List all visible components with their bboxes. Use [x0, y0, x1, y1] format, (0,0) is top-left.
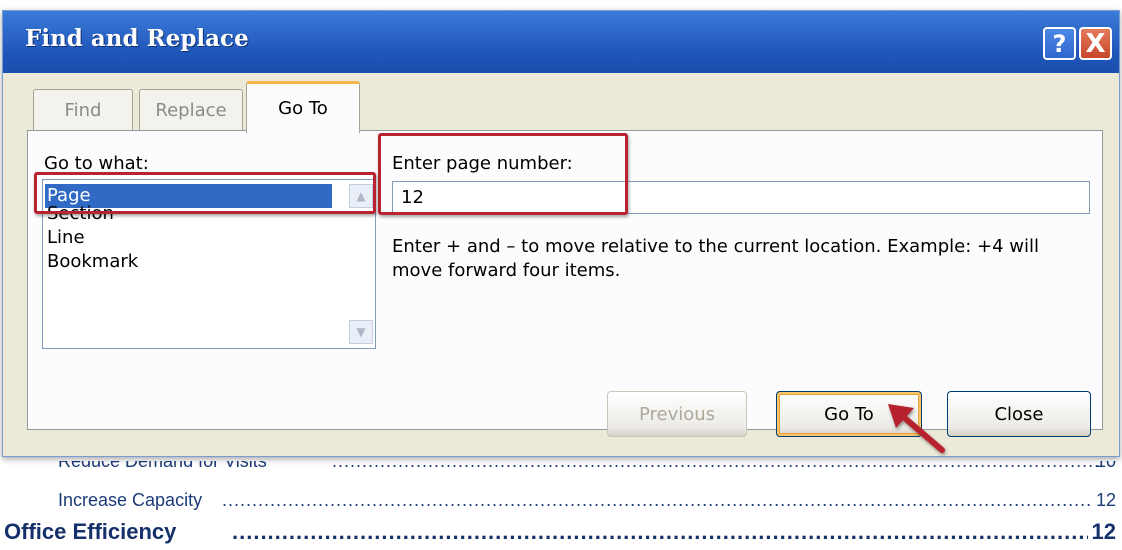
question-mark-icon: ?	[1052, 29, 1067, 58]
scroll-up-button[interactable]: ▲	[349, 184, 373, 208]
toc-leader-dots: ........................................…	[332, 461, 1100, 471]
toc-page-number: 12	[1095, 490, 1116, 510]
help-button[interactable]: ?	[1043, 27, 1076, 60]
list-item-line[interactable]: Line	[47, 226, 85, 250]
chevron-down-icon: ▼	[356, 325, 366, 339]
toc-leader-dots: ........................................…	[222, 490, 1092, 510]
chevron-up-icon: ▲	[356, 189, 366, 203]
close-button-label: Close	[994, 403, 1044, 425]
tab-find-label: Find	[64, 100, 102, 121]
toc-entry-text: Reduce Demand for Visits	[58, 461, 267, 471]
close-window-button[interactable]: X	[1079, 27, 1112, 60]
close-button[interactable]: Close	[947, 391, 1091, 437]
page-number-input[interactable]	[392, 181, 1090, 214]
tab-goto[interactable]: Go To	[246, 81, 360, 133]
previous-button-label: Previous	[638, 403, 716, 425]
toc-page-number: 10	[1095, 461, 1116, 471]
dialog-title: Find and Replace	[25, 25, 249, 52]
title-bar[interactable]: Find and Replace ? X	[3, 11, 1119, 73]
go-to-what-listbox[interactable]: Page Section Line Bookmark ▲ ▼	[42, 179, 376, 349]
list-item-bookmark[interactable]: Bookmark	[47, 250, 138, 274]
toc-entry[interactable]: Office Efficiency ......................…	[0, 519, 1122, 549]
pointer-arrow-icon	[888, 404, 945, 453]
go-to-what-label: Go to what:	[44, 153, 149, 174]
enter-page-number-label: Enter page number:	[392, 153, 573, 174]
help-text: Enter + and – to move relative to the cu…	[392, 236, 1039, 281]
tab-find[interactable]: Find	[33, 89, 133, 131]
toc-leader-dots: ........................................…	[232, 519, 1088, 544]
toc-entry-text: Office Efficiency	[4, 519, 177, 544]
toc-page-number: 12	[1091, 519, 1116, 544]
toc-entry[interactable]: Increase Capacity ......................…	[0, 490, 1122, 516]
tab-replace-label: Replace	[155, 100, 227, 121]
go-to-button-label: Go To	[824, 403, 874, 425]
goto-panel: Go to what: Enter page number: Page Sect…	[27, 130, 1103, 430]
tab-goto-label: Go To	[278, 98, 328, 119]
tab-replace[interactable]: Replace	[139, 89, 243, 131]
document-background: Reduce Demand for Visits ...............…	[0, 455, 1122, 550]
scroll-down-button[interactable]: ▼	[349, 320, 373, 344]
toc-entry[interactable]: Reduce Demand for Visits ...............…	[0, 461, 1122, 485]
find-replace-dialog: Find and Replace ? X Find Replace Go To …	[2, 10, 1120, 457]
close-icon: X	[1085, 28, 1106, 59]
toc-entry-text: Increase Capacity	[58, 490, 203, 510]
list-item-section[interactable]: Section	[47, 202, 114, 226]
previous-button[interactable]: Previous	[607, 391, 747, 437]
